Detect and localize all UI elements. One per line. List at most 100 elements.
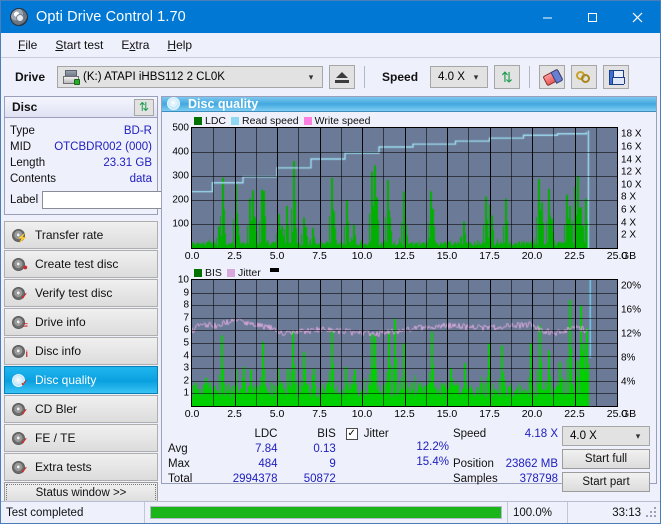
grid-line-h xyxy=(192,356,617,357)
stats-col-bis: BIS xyxy=(317,427,336,440)
stats-row-label: Avg xyxy=(168,442,188,455)
x-tick-label: 10.0 xyxy=(351,250,373,262)
disc-info-value: BD-R xyxy=(123,125,152,137)
close-button[interactable] xyxy=(615,1,660,33)
eject-icon xyxy=(335,71,350,83)
y-tick-label-right: 20% xyxy=(621,280,642,292)
chevron-down-icon: ▾ xyxy=(635,430,641,441)
disc-info-row-length: Length 23.31 GB xyxy=(10,155,152,171)
sidebar-item-verify-test-disc[interactable]: ✓ Verify test disc xyxy=(4,279,158,307)
disc-quality-icon: ✓ xyxy=(11,373,28,388)
grid-line-v xyxy=(511,128,512,248)
tools-button[interactable] xyxy=(571,65,598,89)
x-tick-label: 12.5 xyxy=(394,250,415,262)
disc-verify-icon: ✓ xyxy=(11,286,28,301)
table-row: Total 2994378 50872 xyxy=(168,471,342,486)
drive-select[interactable]: (K:) ATAPI iHBS112 2 CL0K ▾ xyxy=(57,66,324,88)
y-tick-label-right: 16% xyxy=(621,304,642,316)
bis-plot-area[interactable] xyxy=(191,279,618,407)
main-body: Disc ⇅ Type BD-R MID OTCBDR002 (000) Len… xyxy=(1,96,660,504)
sidebar-item-label: Drive info xyxy=(35,315,86,329)
start-part-button[interactable]: Start part xyxy=(562,472,650,492)
legend-swatch xyxy=(194,268,202,277)
sidebar-item-label: CD Bler xyxy=(35,402,78,416)
ldc-plot-row: 100 200 300 400 500 2 X4 X6 X8 X 10 X 12 X 14 X… xyxy=(166,123,652,249)
y-tick-label: 9 xyxy=(183,287,189,299)
grid-line-h xyxy=(192,330,617,331)
speed-value: 4.18 X xyxy=(524,427,558,440)
save-button[interactable] xyxy=(603,65,630,89)
y-tick-label-right: 6 X xyxy=(621,204,637,216)
sidebar-item-extra-tests[interactable]: ✓ Extra tests xyxy=(4,453,158,481)
stats-cell-bis: 0.13 xyxy=(313,442,336,455)
eject-button[interactable] xyxy=(329,65,356,89)
disc-info-value: 23.31 GB xyxy=(103,157,152,169)
disc-info-value: OTCBDR002 (000) xyxy=(54,141,152,153)
sidebar-item-disc-info[interactable]: i Disc info xyxy=(4,337,158,365)
floppy-disk-icon xyxy=(608,69,625,85)
legend-item-write-speed: Write speed xyxy=(303,115,371,127)
grid-line-v xyxy=(298,128,299,248)
disc-bler-icon: ✓ xyxy=(11,402,28,417)
disc-quality-icon xyxy=(167,97,182,111)
disc-info-icon: i xyxy=(11,344,28,359)
y-tick-label: 1 xyxy=(183,387,189,399)
ldc-plot-area[interactable] xyxy=(191,127,618,249)
grid-line-v xyxy=(426,128,427,248)
page-title: Disc quality xyxy=(188,97,259,111)
legend-label: LDC xyxy=(205,114,227,127)
table-row: Avg 7.84 0.13 xyxy=(168,441,342,456)
legend-swatch xyxy=(303,116,312,125)
sidebar-item-transfer-rate[interactable]: ⚡ Transfer rate xyxy=(4,221,158,249)
grid-line-v xyxy=(362,128,363,248)
disc-refresh-button[interactable]: ⇅ xyxy=(134,98,154,116)
chevron-down-icon: ▾ xyxy=(473,71,479,82)
grid-line-v xyxy=(320,128,321,248)
y-tick-label: 5 xyxy=(183,337,189,349)
speed-label: Speed xyxy=(382,70,419,84)
grid-line-v xyxy=(490,128,491,248)
menu-bar: File Start test Extra Help xyxy=(1,33,660,58)
maximize-button[interactable] xyxy=(570,1,615,33)
sidebar-item-create-test-disc[interactable]: ● Create test disc xyxy=(4,250,158,278)
y-tick-label: 400 xyxy=(172,146,189,158)
minimize-button[interactable] xyxy=(525,1,570,33)
disc-fete-icon: ✓ xyxy=(11,431,28,446)
sidebar-item-label: Disc quality xyxy=(35,373,97,387)
jitter-checkbox[interactable]: ✓ xyxy=(345,427,358,440)
resize-grip[interactable] xyxy=(646,506,658,519)
erase-button[interactable] xyxy=(539,65,566,89)
sidebar: Disc ⇅ Type BD-R MID OTCBDR002 (000) Len… xyxy=(4,96,213,504)
speed-select[interactable]: 4.0 X ▾ xyxy=(430,66,489,88)
disc-panel: Disc ⇅ Type BD-R MID OTCBDR002 (000) Len… xyxy=(4,96,213,215)
window-controls xyxy=(525,1,660,33)
speed-row: Speed 4.18 X xyxy=(453,426,562,441)
menu-extra[interactable]: Extra xyxy=(112,35,158,55)
sidebar-item-disc-quality[interactable]: ✓ Disc quality xyxy=(4,366,158,394)
legend-label: BIS xyxy=(205,266,222,279)
table-row: Max 484 9 xyxy=(168,456,342,471)
grid-line-h xyxy=(192,318,617,319)
y-tick-label-right: 8% xyxy=(621,352,636,364)
position-label: Position xyxy=(452,457,494,470)
x-tick-label: 12.5 xyxy=(394,408,415,420)
menu-start-test[interactable]: Start test xyxy=(46,35,112,55)
sidebar-item-cd-bler[interactable]: ✓ CD Bler xyxy=(4,395,158,423)
legend-label: Read speed xyxy=(242,114,299,127)
refresh-icon: ⇅ xyxy=(501,69,513,85)
test-speed-select[interactable]: 4.0 X ▾ xyxy=(562,426,650,446)
grid-line-h xyxy=(192,176,617,177)
menu-file[interactable]: File xyxy=(9,35,46,55)
refresh-button[interactable]: ⇅ xyxy=(494,65,521,89)
sidebar-item-fe-te[interactable]: ✓ FE / TE xyxy=(4,424,158,452)
samples-label: Samples xyxy=(452,472,498,485)
y-tick-label-right: 14 X xyxy=(621,154,642,166)
status-bar: Test completed 100.0% 33:13 xyxy=(1,501,660,523)
start-full-button[interactable]: Start full xyxy=(562,449,650,469)
jitter-checkbox-row[interactable]: ✓ Jitter xyxy=(345,426,453,441)
stats-cell-ldc: 7.84 xyxy=(255,442,278,455)
spacer-row xyxy=(453,441,562,456)
disc-panel-header: Disc ⇅ xyxy=(5,97,157,118)
sidebar-item-drive-info[interactable]: ≡ Drive info xyxy=(4,308,158,336)
menu-help[interactable]: Help xyxy=(158,35,201,55)
